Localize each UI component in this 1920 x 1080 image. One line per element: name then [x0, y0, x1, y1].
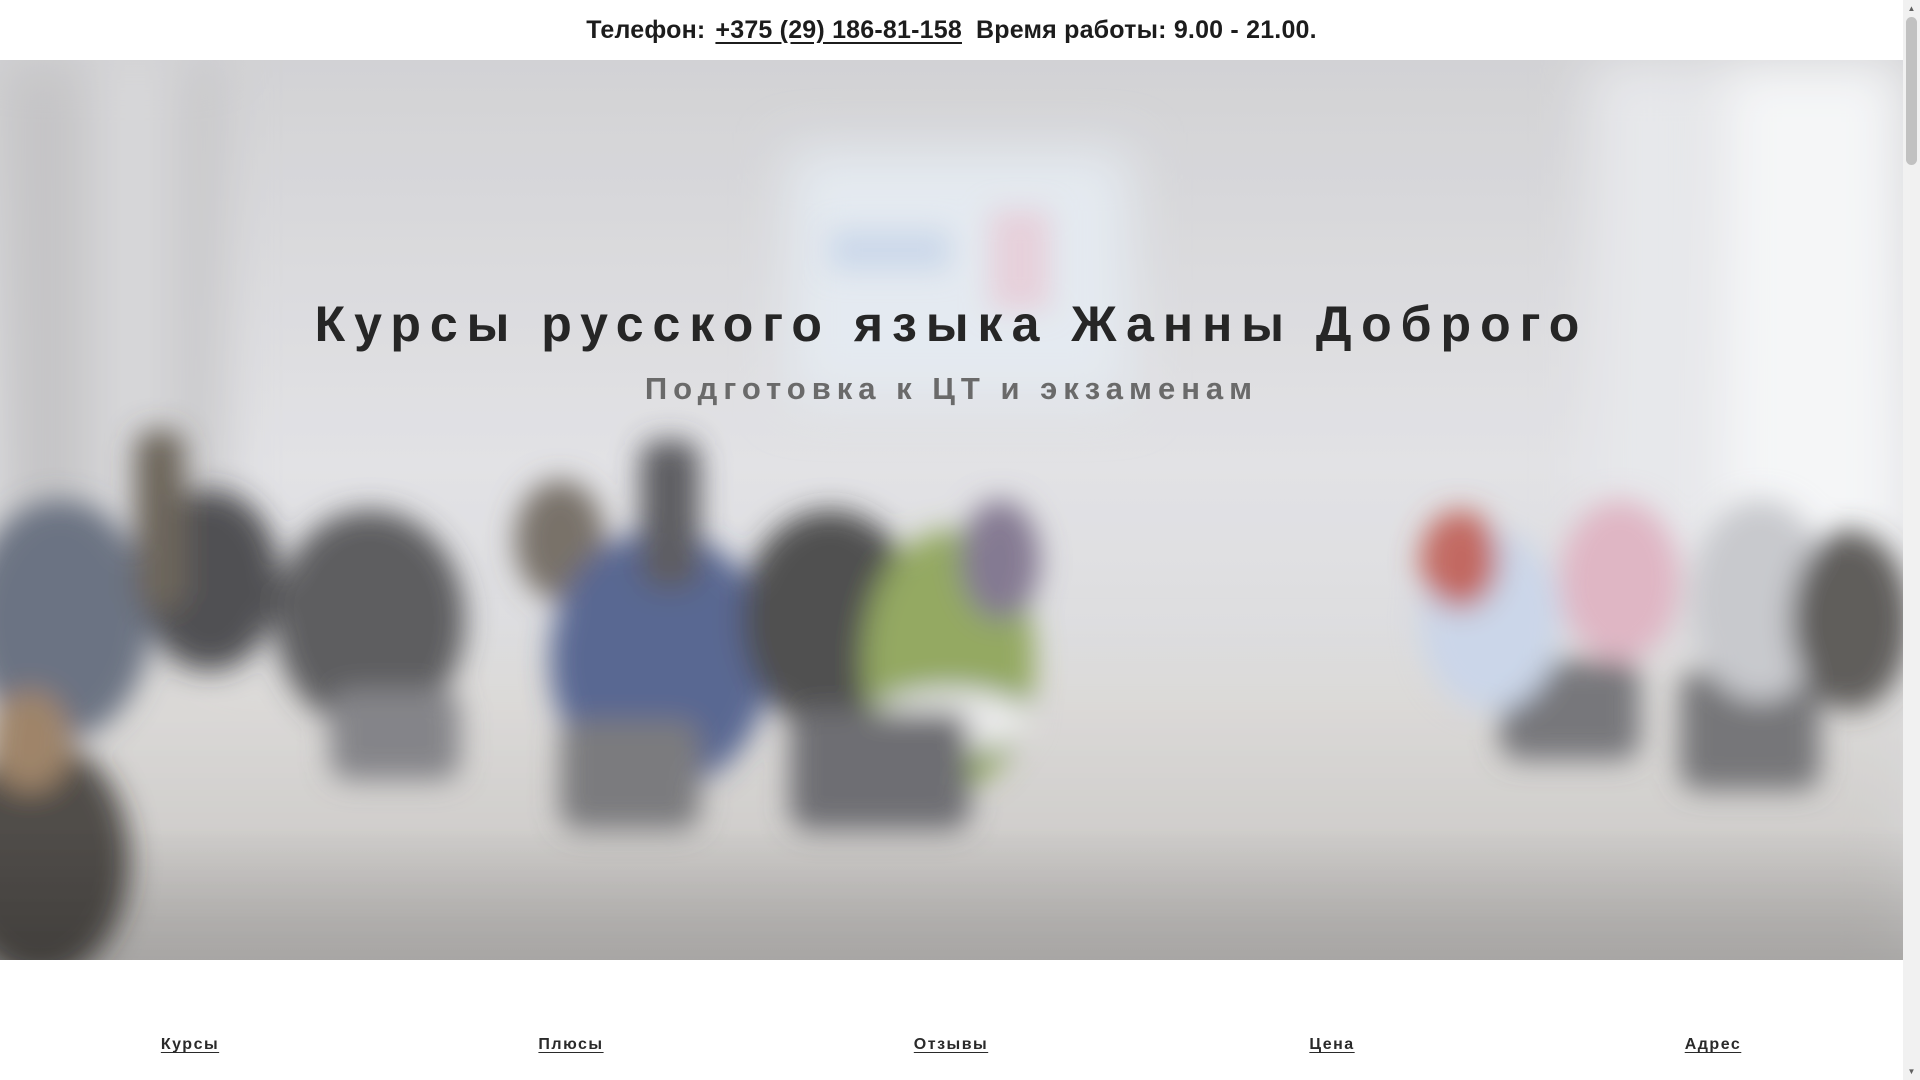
- working-hours: Время работы: 9.00 - 21.00.: [975, 15, 1317, 44]
- nav-link-courses[interactable]: Курсы: [161, 1036, 219, 1054]
- nav-link-reviews[interactable]: Отзывы: [914, 1036, 988, 1054]
- vertical-scrollbar[interactable]: ▲ ▼: [1903, 0, 1920, 1080]
- scrollbar-thumb[interactable]: [1906, 17, 1917, 165]
- hero-subtitle: Подготовка к ЦТ и экзаменам: [644, 371, 1259, 406]
- nav-link-advantages[interactable]: Плюсы: [538, 1036, 603, 1054]
- scroll-down-arrow-icon[interactable]: ▼: [1903, 1063, 1920, 1080]
- scroll-up-arrow-icon[interactable]: ▲: [1903, 0, 1920, 17]
- nav-link-address[interactable]: Адрес: [1685, 1036, 1742, 1054]
- nav-link-price[interactable]: Цена: [1309, 1036, 1354, 1054]
- phone-link[interactable]: +375 (29) 186-81-158: [715, 16, 962, 45]
- hero-background-image: [0, 60, 1903, 960]
- section-navigation: Курсы Плюсы Отзывы Цена Адрес: [0, 960, 1903, 1080]
- contact-bar: Телефон: +375 (29) 186-81-158 Время рабо…: [0, 0, 1903, 60]
- phone-label: Телефон:: [586, 15, 706, 44]
- hero-title: Курсы русского языка Жанны Доброго: [314, 296, 1589, 352]
- page: Телефон: +375 (29) 186-81-158 Время рабо…: [0, 0, 1920, 1080]
- hero-section: Курсы русского языка Жанны Доброго Подго…: [0, 60, 1903, 960]
